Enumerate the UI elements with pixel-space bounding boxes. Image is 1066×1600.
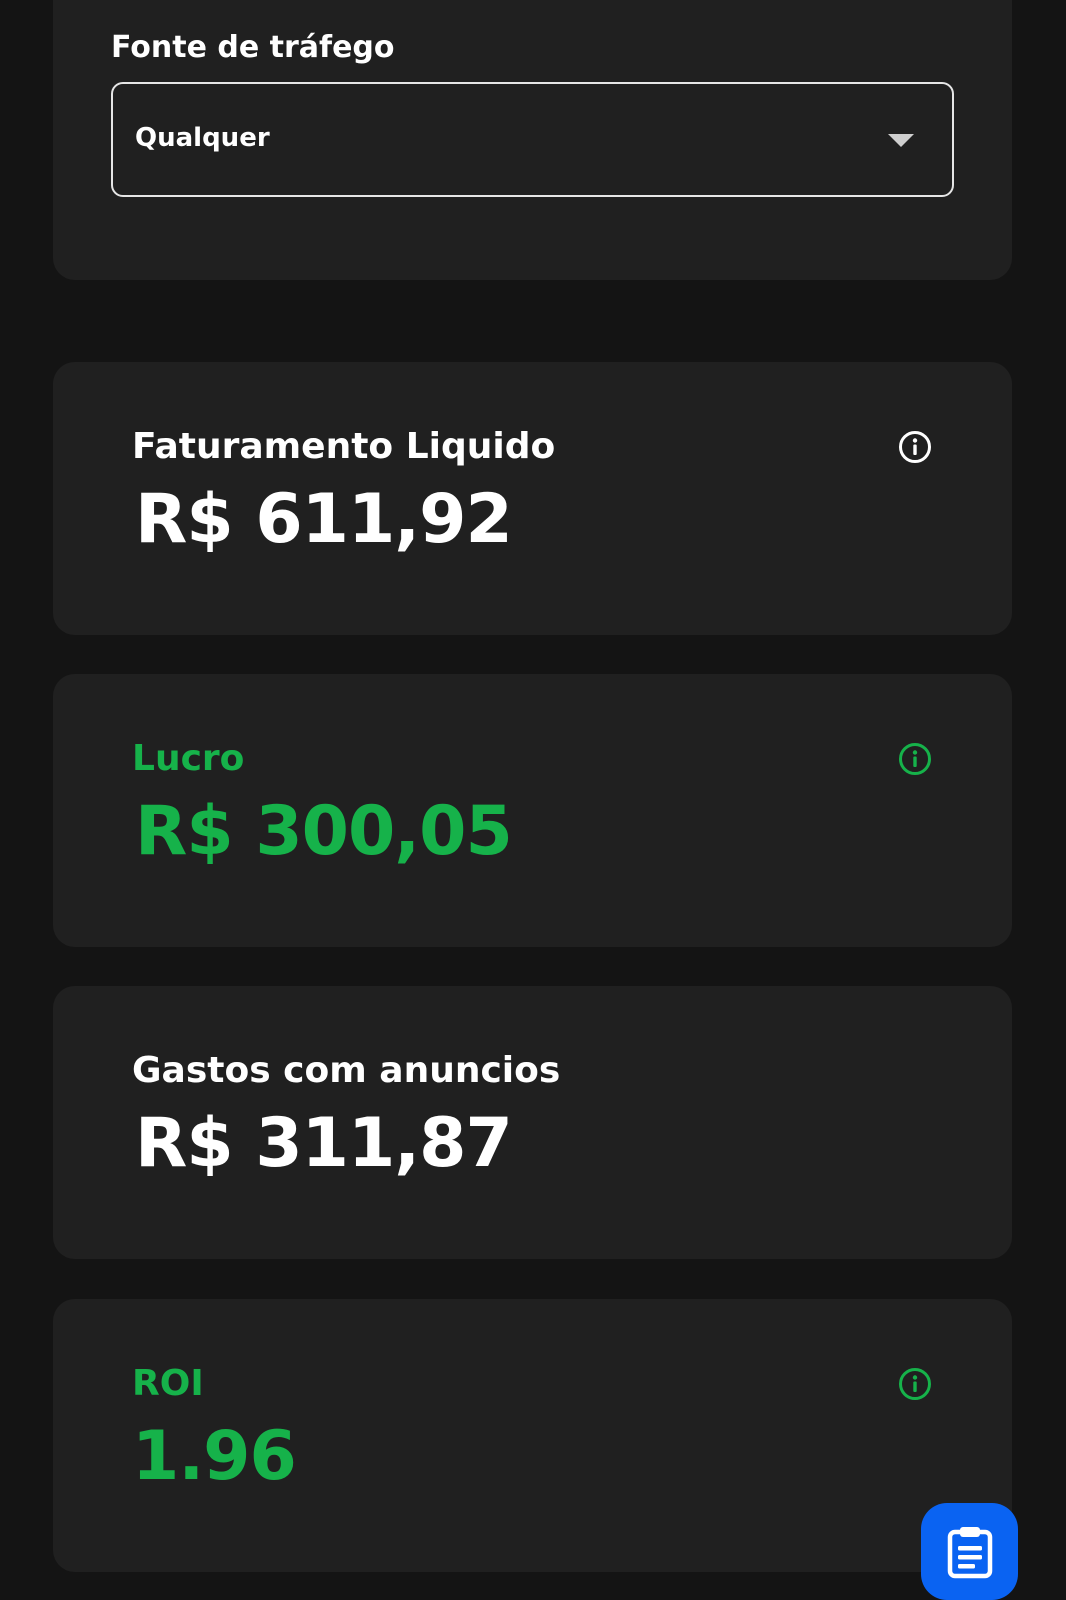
- traffic-source-label: Fonte de tráfego: [111, 30, 395, 65]
- traffic-source-selected-value: Qualquer: [135, 123, 270, 153]
- ad-spend-title: Gastos com anuncios: [132, 1050, 561, 1091]
- ad-spend-value: R$ 311,87: [135, 1104, 513, 1183]
- roi-card: ROI 1.96: [53, 1299, 1012, 1572]
- profit-title: Lucro: [132, 738, 245, 779]
- roi-value: 1.96: [132, 1417, 297, 1496]
- profit-value: R$ 300,05: [135, 792, 513, 871]
- net-revenue-title: Faturamento Liquido: [132, 426, 556, 467]
- net-revenue-value: R$ 611,92: [135, 480, 513, 559]
- roi-title: ROI: [132, 1363, 204, 1404]
- net-revenue-card: Faturamento Liquido R$ 611,92: [53, 362, 1012, 635]
- chevron-down-icon: [888, 134, 914, 147]
- clipboard-list-icon: [947, 1526, 992, 1578]
- ad-spend-card: Gastos com anuncios R$ 311,87: [53, 986, 1012, 1259]
- info-icon[interactable]: [898, 742, 932, 776]
- info-icon[interactable]: [898, 430, 932, 464]
- clipboard-fab-button[interactable]: [921, 1503, 1018, 1600]
- traffic-source-card: Fonte de tráfego Qualquer: [53, 0, 1012, 280]
- profit-card: Lucro R$ 300,05: [53, 674, 1012, 947]
- traffic-source-select[interactable]: Qualquer: [111, 82, 954, 197]
- info-icon[interactable]: [898, 1367, 932, 1401]
